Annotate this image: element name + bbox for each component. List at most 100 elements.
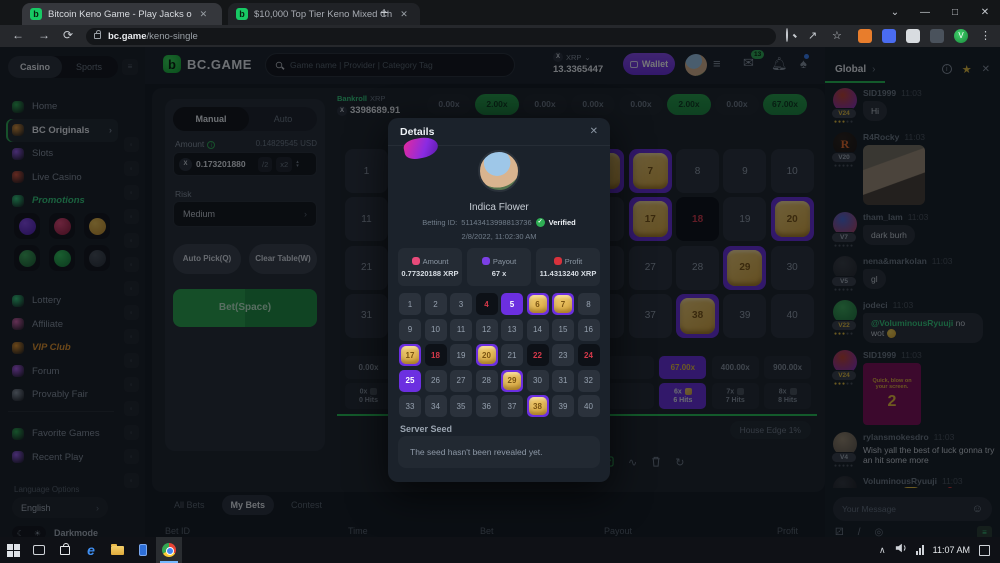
keno-cell-5[interactable]: 5 [501, 293, 523, 315]
chrome-icon[interactable] [156, 537, 182, 563]
keno-cell-17[interactable]: 17 [399, 344, 421, 366]
url-host: bc.game [108, 31, 147, 42]
keno-ball-icon: 17 [401, 346, 419, 364]
notification-center-icon[interactable] [979, 545, 990, 556]
keno-cell-37[interactable]: 37 [501, 395, 523, 417]
share-icon[interactable]: ↗ [808, 29, 817, 42]
profile-avatar[interactable]: V [954, 29, 968, 43]
forward-button[interactable]: → [38, 28, 50, 42]
browser-menu-icon[interactable]: ⋮ [980, 29, 991, 42]
keno-cell-34[interactable]: 34 [425, 395, 447, 417]
tab-title: $10,000 Top Tier Keno Mixed Ch [254, 9, 392, 20]
puzzle-extensions-icon[interactable] [930, 29, 944, 43]
bet-details-modal: Details ✕ Indica Flower Betting ID: 5114… [388, 118, 610, 482]
keno-cell-21[interactable]: 21 [501, 344, 523, 366]
verified-label[interactable]: Verified [549, 218, 576, 227]
stat-payout: Payout67 x [467, 248, 531, 286]
screen: b Bitcoin Keno Game - Play Jacks o ✕ b $… [0, 0, 1000, 563]
tab-title: Bitcoin Keno Game - Play Jacks o [48, 9, 192, 20]
player-name: Indica Flower [388, 202, 610, 213]
page: b BC.GAME X XRP ⌄ 13.3365447 Wallet ≡ ✉ [0, 47, 1000, 537]
keno-cell-22[interactable]: 22 [527, 344, 549, 366]
payout-icon [482, 257, 490, 265]
betting-id-row: Betting ID: 51143413998813736 ✓ Verified [388, 218, 610, 227]
your-phone-icon[interactable] [130, 537, 156, 563]
browser-tab-2[interactable]: b $10,000 Top Tier Keno Mixed Ch ✕ [228, 3, 420, 25]
network-icon[interactable] [916, 545, 924, 555]
keno-cell-18[interactable]: 18 [425, 344, 447, 366]
keno-cell-16[interactable]: 16 [578, 319, 600, 341]
taskbar-clock[interactable]: 11:07 AM [933, 545, 970, 555]
back-button[interactable]: ← [12, 28, 24, 42]
keno-cell-4[interactable]: 4 [476, 293, 498, 315]
tab-close-icon[interactable]: ✕ [200, 9, 208, 20]
volume-icon[interactable] [895, 541, 907, 559]
player-avatar[interactable] [478, 150, 520, 192]
keno-cell-35[interactable]: 35 [450, 395, 472, 417]
stat-amount: Amount0.77320188 XRP [398, 248, 462, 286]
keno-cell-3[interactable]: 3 [450, 293, 472, 315]
browser-tab-1[interactable]: b Bitcoin Keno Game - Play Jacks o ✕ [22, 3, 222, 25]
bcgame-favicon: b [236, 8, 248, 20]
keno-cell-15[interactable]: 15 [552, 319, 574, 341]
keno-cell-8[interactable]: 8 [578, 293, 600, 315]
url-bar[interactable]: bc.game/keno-single [86, 28, 776, 45]
extension-icon[interactable] [906, 29, 920, 43]
keno-cell-36[interactable]: 36 [476, 395, 498, 417]
keno-cell-7[interactable]: 7 [552, 293, 574, 315]
keno-cell-2[interactable]: 2 [425, 293, 447, 315]
keno-cell-28[interactable]: 28 [476, 370, 498, 392]
modal-keno-grid: 1234567891011121314151617181920212223242… [399, 293, 600, 417]
keno-cell-39[interactable]: 39 [552, 395, 574, 417]
stat-label: Payout [493, 257, 516, 266]
keno-cell-1[interactable]: 1 [399, 293, 421, 315]
zoom-icon[interactable] [786, 29, 788, 41]
lock-icon [94, 33, 101, 39]
keno-cell-24[interactable]: 24 [578, 344, 600, 366]
keno-cell-25[interactable]: 25 [399, 370, 421, 392]
keno-cell-9[interactable]: 9 [399, 319, 421, 341]
browser-toolbar: ← → ⟳ bc.game/keno-single ↗ ☆ V ⋮ [0, 25, 1000, 47]
reload-button[interactable]: ⟳ [63, 28, 73, 42]
window-caret-icon[interactable]: ⌄ [880, 0, 910, 25]
keno-cell-38[interactable]: 38 [527, 395, 549, 417]
keno-cell-20[interactable]: 20 [476, 344, 498, 366]
edge-icon[interactable]: e [78, 537, 104, 563]
modal-close-icon[interactable]: ✕ [590, 126, 598, 137]
bookmark-star-icon[interactable]: ☆ [832, 29, 842, 42]
keno-cell-30[interactable]: 30 [527, 370, 549, 392]
store-icon[interactable] [52, 537, 78, 563]
start-button[interactable] [0, 537, 26, 563]
keno-cell-32[interactable]: 32 [578, 370, 600, 392]
stat-value: 0.77320188 XRP [401, 269, 458, 278]
hidden-icons-chevron[interactable]: ∧ [879, 545, 886, 556]
tab-close-icon[interactable]: ✕ [400, 9, 408, 20]
keno-cell-6[interactable]: 6 [527, 293, 549, 315]
maximize-button[interactable]: □ [940, 0, 970, 25]
server-seed-value: The seed hasn't been revealed yet. [398, 436, 600, 468]
extension-icon[interactable] [882, 29, 896, 43]
extension-icon[interactable] [858, 29, 872, 43]
new-tab-button[interactable]: + [380, 4, 388, 20]
keno-cell-19[interactable]: 19 [450, 344, 472, 366]
keno-cell-12[interactable]: 12 [476, 319, 498, 341]
keno-cell-31[interactable]: 31 [552, 370, 574, 392]
keno-cell-26[interactable]: 26 [425, 370, 447, 392]
keno-cell-27[interactable]: 27 [450, 370, 472, 392]
keno-cell-23[interactable]: 23 [552, 344, 574, 366]
verified-shield-icon: ✓ [536, 218, 545, 227]
keno-cell-11[interactable]: 11 [450, 319, 472, 341]
keno-cell-29[interactable]: 29 [501, 370, 523, 392]
keno-ball-icon: 7 [554, 295, 572, 313]
keno-cell-40[interactable]: 40 [578, 395, 600, 417]
keno-cell-14[interactable]: 14 [527, 319, 549, 341]
keno-cell-13[interactable]: 13 [501, 319, 523, 341]
keno-cell-33[interactable]: 33 [399, 395, 421, 417]
window-close-button[interactable]: ✕ [970, 0, 1000, 25]
task-view-button[interactable] [26, 537, 52, 563]
minimize-button[interactable]: — [910, 0, 940, 25]
file-explorer-icon[interactable] [104, 537, 130, 563]
windows-taskbar: e ∧ 11:07 AM [0, 537, 1000, 563]
server-seed-label: Server Seed [400, 424, 452, 434]
keno-cell-10[interactable]: 10 [425, 319, 447, 341]
